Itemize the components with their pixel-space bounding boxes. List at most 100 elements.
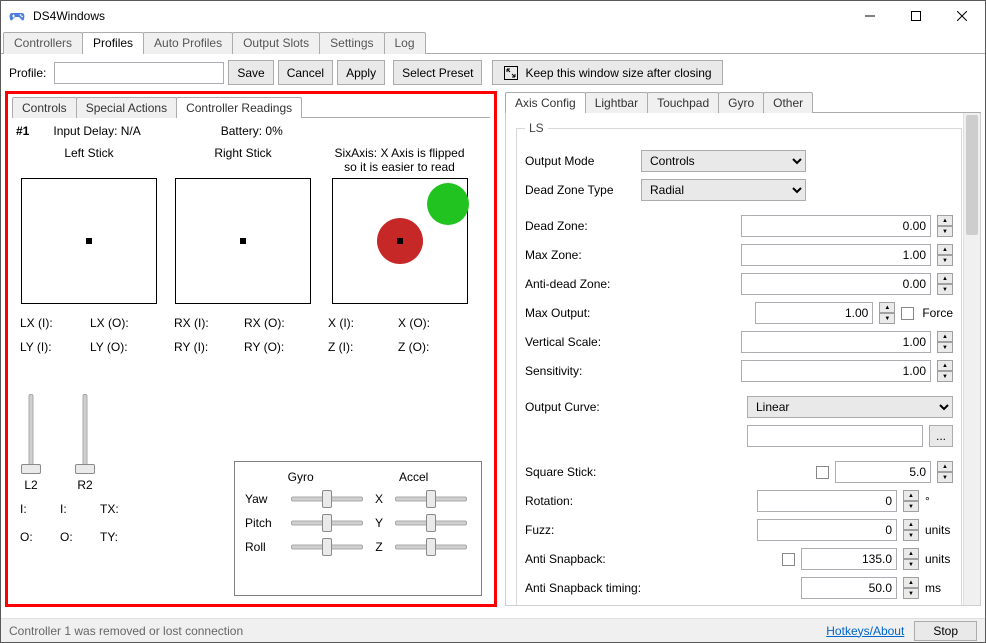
tab-other[interactable]: Other <box>763 92 813 113</box>
right-stick-view <box>175 178 311 304</box>
fuzz-spinner[interactable]: ▲▼ <box>903 519 919 541</box>
sensitivity-spinner[interactable]: ▲▼ <box>937 360 953 382</box>
l2-slider[interactable] <box>20 394 42 474</box>
anti-snapback-unit: units <box>925 552 953 566</box>
tx-label: TX: <box>100 502 150 516</box>
max-zone-input[interactable] <box>741 244 931 266</box>
keep-size-label: Keep this window size after closing <box>525 66 711 80</box>
accel-z-label: Z <box>367 540 391 554</box>
accel-x-slider[interactable] <box>395 492 467 506</box>
rotation-spinner[interactable]: ▲▼ <box>903 490 919 512</box>
square-stick-input[interactable] <box>835 461 931 483</box>
vertical-scale-spinner[interactable]: ▲▼ <box>937 331 953 353</box>
tab-controls[interactable]: Controls <box>12 97 77 118</box>
force-checkbox[interactable] <box>901 307 914 320</box>
max-output-spinner[interactable]: ▲▼ <box>879 302 895 324</box>
gyro-header: Gyro <box>288 470 314 484</box>
accel-y-slider[interactable] <box>395 516 467 530</box>
o-label: O: <box>20 530 60 544</box>
anti-snapback-input[interactable] <box>801 548 897 570</box>
hotkeys-about-link[interactable]: Hotkeys/About <box>826 624 904 638</box>
status-message: Controller 1 was removed or lost connect… <box>9 624 243 638</box>
max-output-label: Max Output: <box>525 306 633 320</box>
tab-special-actions[interactable]: Special Actions <box>76 97 177 118</box>
sensitivity-label: Sensitivity: <box>525 364 633 378</box>
close-button[interactable] <box>939 1 985 31</box>
vertical-scale-label: Vertical Scale: <box>525 335 633 349</box>
tab-axis-config[interactable]: Axis Config <box>505 92 586 113</box>
tab-log[interactable]: Log <box>384 32 426 54</box>
profile-label: Profile: <box>9 66 46 80</box>
o-label-2: O: <box>60 530 100 544</box>
anti-snapback-spinner[interactable]: ▲▼ <box>903 548 919 570</box>
tab-auto-profiles[interactable]: Auto Profiles <box>143 32 233 54</box>
curve-value-input[interactable] <box>747 425 923 447</box>
dead-zone-label: Dead Zone: <box>525 219 633 233</box>
ty-label: TY: <box>100 530 150 544</box>
yaw-label: Yaw <box>245 492 287 506</box>
anti-snapback-timing-spinner[interactable]: ▲▼ <box>903 577 919 599</box>
r2-slider[interactable] <box>74 394 96 474</box>
curve-editor-button[interactable]: ... <box>929 425 953 447</box>
tab-lightbar[interactable]: Lightbar <box>585 92 648 113</box>
pitch-label: Pitch <box>245 516 287 530</box>
profile-name-input[interactable] <box>54 62 224 84</box>
square-stick-spinner[interactable]: ▲▼ <box>937 461 953 483</box>
tab-touchpad[interactable]: Touchpad <box>647 92 719 113</box>
rotation-label: Rotation: <box>525 494 633 508</box>
tab-controller-readings[interactable]: Controller Readings <box>176 97 302 118</box>
square-stick-label: Square Stick: <box>525 465 633 479</box>
anti-snapback-checkbox[interactable] <box>782 553 795 566</box>
apply-button[interactable]: Apply <box>337 60 385 85</box>
tab-gyro[interactable]: Gyro <box>718 92 764 113</box>
dead-zone-spinner[interactable]: ▲▼ <box>937 215 953 237</box>
vertical-scale-input[interactable] <box>741 331 931 353</box>
anti-dead-spinner[interactable]: ▲▼ <box>937 273 953 295</box>
sixaxis-green-dot <box>427 183 469 225</box>
ls-group: LS Output Mode Controls Dead Zone Type R… <box>516 121 962 606</box>
accel-x-label: X <box>367 492 391 506</box>
left-stick-dot <box>86 238 92 244</box>
rotation-input[interactable] <box>757 490 897 512</box>
ry-i: RY (I): <box>174 340 244 354</box>
cancel-button[interactable]: Cancel <box>278 60 333 85</box>
tab-profiles[interactable]: Profiles <box>82 32 144 54</box>
dead-zone-input[interactable] <box>741 215 931 237</box>
max-zone-spinner[interactable]: ▲▼ <box>937 244 953 266</box>
maximize-button[interactable] <box>893 1 939 31</box>
accel-z-slider[interactable] <box>395 540 467 554</box>
output-curve-select[interactable]: Linear <box>747 396 953 418</box>
sensitivity-input[interactable] <box>741 360 931 382</box>
keep-window-size-button[interactable]: Keep this window size after closing <box>492 60 722 85</box>
square-stick-checkbox[interactable] <box>816 466 829 479</box>
anti-dead-label: Anti-dead Zone: <box>525 277 633 291</box>
select-preset-button[interactable]: Select Preset <box>393 60 482 85</box>
max-zone-label: Max Zone: <box>525 248 633 262</box>
tab-controllers[interactable]: Controllers <box>3 32 83 54</box>
output-mode-select[interactable]: Controls <box>641 150 806 172</box>
anti-snapback-label: Anti Snapback: <box>525 552 633 566</box>
accel-y-label: Y <box>367 516 391 530</box>
right-stick-dot <box>240 238 246 244</box>
tab-settings[interactable]: Settings <box>319 32 384 54</box>
tab-output-slots[interactable]: Output Slots <box>232 32 320 54</box>
profile-toolbar: Profile: Save Cancel Apply Select Preset… <box>1 54 985 91</box>
fuzz-input[interactable] <box>757 519 897 541</box>
minimize-button[interactable] <box>847 1 893 31</box>
gyro-pitch-slider[interactable] <box>291 516 363 530</box>
ls-legend: LS <box>525 121 548 135</box>
battery-level: Battery: 0% <box>221 124 283 138</box>
gyro-roll-slider[interactable] <box>291 540 363 554</box>
gyro-yaw-slider[interactable] <box>291 492 363 506</box>
r2-label: R2 <box>77 478 92 492</box>
stop-button[interactable]: Stop <box>914 621 977 641</box>
anti-snapback-timing-input[interactable] <box>801 577 897 599</box>
sixaxis-center-dot <box>397 238 403 244</box>
deadzone-type-select[interactable]: Radial <box>641 179 806 201</box>
save-button[interactable]: Save <box>228 60 273 85</box>
controller-index: #1 <box>16 124 29 138</box>
max-output-input[interactable] <box>755 302 873 324</box>
left-stick-label: Left Stick <box>14 146 164 178</box>
z-o: Z (O): <box>398 340 478 354</box>
anti-dead-input[interactable] <box>741 273 931 295</box>
